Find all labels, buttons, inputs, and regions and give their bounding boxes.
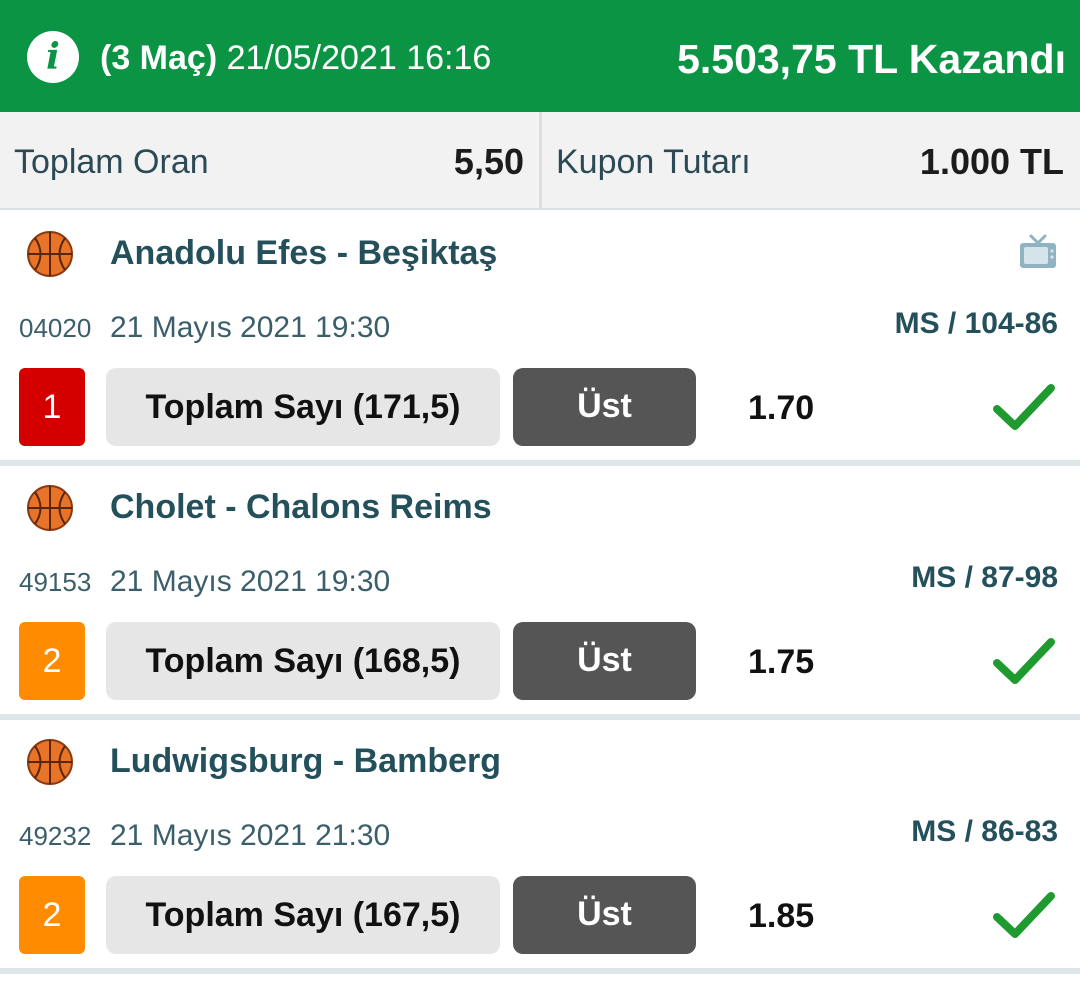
bet-market: Toplam Sayı (171,5) [106, 368, 500, 446]
checkmark-icon [993, 892, 1055, 938]
match-card[interactable]: Cholet - Chalons Reims 49153 21 Mayıs 20… [0, 466, 1080, 720]
match-count: (3 Maç) [100, 39, 218, 77]
stake-value: 1.000 TL [919, 141, 1064, 182]
match-date: 21 Mayıs 2021 21:30 [110, 819, 391, 852]
pick-badge: 1 [19, 368, 85, 446]
match-separator [0, 968, 1080, 974]
match-code: 49232 [19, 821, 92, 851]
checkmark-icon [993, 384, 1055, 430]
coupon-header: i (3 Maç) 21/05/2021 16:16 5.503,75 TL K… [0, 0, 1080, 112]
basketball-icon [27, 485, 73, 531]
bet-odds: 1.85 [748, 897, 815, 935]
coupon-summary: Toplam Oran 5,50 Kupon Tutarı 1.000 TL [0, 112, 1080, 210]
bet-selection: Üst [513, 622, 696, 700]
match-date: 21 Mayıs 2021 19:30 [110, 311, 391, 344]
checkmark-icon [993, 638, 1055, 684]
coupon-info: (3 Maç) 21/05/2021 16:16 [100, 38, 491, 78]
winnings-amount: 5.503,75 TL Kazandı [677, 36, 1066, 82]
info-icon[interactable]: i [27, 31, 79, 83]
bet-odds: 1.75 [748, 643, 815, 681]
match-result: MS / 104-86 [894, 307, 1058, 340]
match-card[interactable]: Ludwigsburg - Bamberg 49232 21 Mayıs 202… [0, 720, 1080, 974]
stake-cell: Kupon Tutarı 1.000 TL [542, 112, 1080, 208]
bet-selection: Üst [513, 368, 696, 446]
basketball-icon [27, 231, 73, 277]
match-title[interactable]: Ludwigsburg - Bamberg [110, 740, 501, 782]
match-title[interactable]: Anadolu Efes - Beşiktaş [110, 232, 497, 274]
tv-icon[interactable] [1018, 232, 1058, 272]
bet-market: Toplam Sayı (167,5) [106, 876, 500, 954]
match-title[interactable]: Cholet - Chalons Reims [110, 486, 492, 528]
pick-badge: 2 [19, 876, 85, 954]
stake-label: Kupon Tutarı [556, 143, 751, 181]
basketball-icon [27, 739, 73, 785]
match-card[interactable]: Anadolu Efes - Beşiktaş 04020 21 Mayıs 2… [0, 212, 1080, 466]
pick-badge: 2 [19, 622, 85, 700]
match-date: 21 Mayıs 2021 19:30 [110, 565, 391, 598]
total-odds-cell: Toplam Oran 5,50 [0, 112, 540, 208]
total-odds-value: 5,50 [453, 141, 524, 182]
match-code: 04020 [19, 313, 92, 343]
coupon-datetime: 21/05/2021 16:16 [226, 39, 492, 77]
match-code: 49153 [19, 567, 92, 597]
total-odds-label: Toplam Oran [14, 143, 209, 181]
bet-market: Toplam Sayı (168,5) [106, 622, 500, 700]
match-result: MS / 87-98 [911, 561, 1058, 594]
bet-odds: 1.70 [748, 389, 815, 427]
bet-selection: Üst [513, 876, 696, 954]
match-result: MS / 86-83 [911, 815, 1058, 848]
